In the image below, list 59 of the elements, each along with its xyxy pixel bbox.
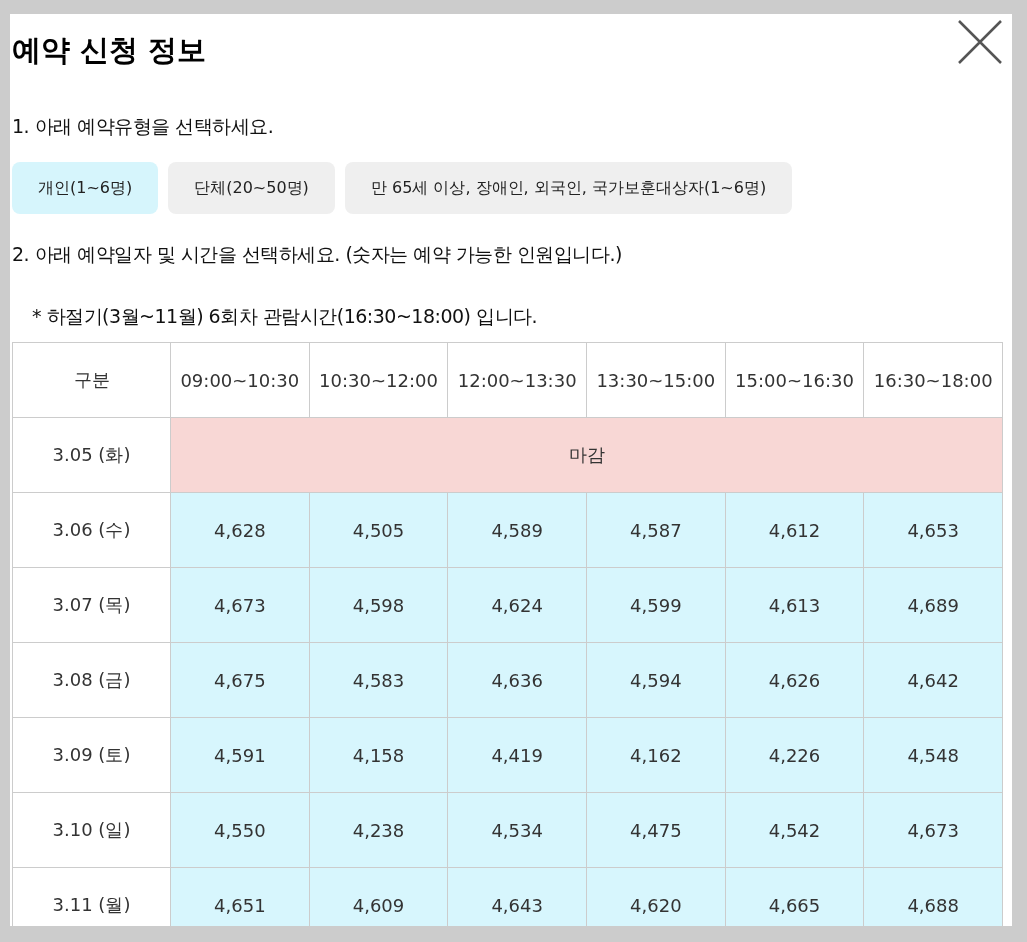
availability-cell[interactable]: 4,583 — [309, 643, 449, 718]
close-button[interactable] — [956, 18, 1004, 66]
availability-cell[interactable]: 4,587 — [587, 493, 726, 568]
availability-cell[interactable]: 4,419 — [448, 718, 587, 793]
availability-cell[interactable]: 4,594 — [587, 643, 726, 718]
availability-cell[interactable]: 4,665 — [725, 868, 865, 926]
close-icon — [956, 18, 1004, 66]
availability-cell[interactable]: 4,534 — [448, 793, 587, 868]
availability-cell[interactable]: 4,589 — [448, 493, 587, 568]
availability-cell[interactable]: 4,475 — [587, 793, 726, 868]
column-header: 10:30~12:00 — [309, 343, 449, 418]
step-instruction: 2. 아래 예약일자 및 시간을 선택하세요. (숫자는 예약 가능한 인원입니다.) — [12, 242, 623, 267]
season-note: * 하절기(3월~11월) 6회차 관람시간(16:30~18:00) 입니다. — [32, 304, 539, 329]
column-header: 16:30~18:00 — [864, 343, 1003, 418]
availability-cell[interactable]: 4,675 — [171, 643, 310, 718]
availability-cell[interactable]: 4,613 — [725, 568, 865, 643]
availability-cell[interactable]: 4,612 — [725, 493, 865, 568]
date-cell: 3.06 (수) — [13, 493, 171, 568]
column-header: 13:30~15:00 — [587, 343, 726, 418]
availability-cell[interactable]: 4,673 — [171, 568, 310, 643]
availability-cell[interactable]: 4,673 — [864, 793, 1003, 868]
availability-cell[interactable]: 4,226 — [725, 718, 865, 793]
step-instruction: 1. 아래 예약유형을 선택하세요. — [12, 114, 275, 139]
reservation-type-button[interactable]: 개인(1~6명) — [12, 162, 159, 214]
availability-cell[interactable]: 4,598 — [309, 568, 449, 643]
date-cell: 3.05 (화) — [13, 418, 171, 493]
availability-cell[interactable]: 4,158 — [309, 718, 449, 793]
modal-title: 예약 신청 정보 — [12, 32, 207, 68]
availability-cell[interactable]: 4,651 — [171, 868, 310, 926]
column-header: 구분 — [13, 343, 171, 418]
closed-cell: 마감 — [171, 418, 1003, 493]
column-header: 15:00~16:30 — [725, 343, 865, 418]
date-cell: 3.08 (금) — [13, 643, 171, 718]
availability-cell[interactable]: 4,642 — [864, 643, 1003, 718]
date-cell: 3.10 (일) — [13, 793, 171, 868]
availability-cell[interactable]: 4,624 — [448, 568, 587, 643]
availability-cell[interactable]: 4,626 — [725, 643, 865, 718]
column-header: 09:00~10:30 — [171, 343, 310, 418]
availability-cell[interactable]: 4,550 — [171, 793, 310, 868]
availability-cell[interactable]: 4,591 — [171, 718, 310, 793]
availability-cell[interactable]: 4,238 — [309, 793, 449, 868]
reservation-type-button[interactable]: 단체(20~50명) — [168, 162, 335, 214]
date-cell: 3.07 (목) — [13, 568, 171, 643]
availability-cell[interactable]: 4,542 — [725, 793, 865, 868]
date-cell: 3.09 (토) — [13, 718, 171, 793]
availability-cell[interactable]: 4,609 — [309, 868, 449, 926]
availability-cell[interactable]: 4,653 — [864, 493, 1003, 568]
reservation-type-button[interactable]: 만 65세 이상, 장애인, 외국인, 국가보훈대상자(1~6명) — [344, 162, 793, 214]
availability-cell[interactable]: 4,636 — [448, 643, 587, 718]
availability-cell[interactable]: 4,162 — [587, 718, 726, 793]
availability-cell[interactable]: 4,643 — [448, 868, 587, 926]
availability-cell[interactable]: 4,599 — [587, 568, 726, 643]
availability-cell[interactable]: 4,688 — [864, 868, 1003, 926]
availability-cell[interactable]: 4,620 — [587, 868, 726, 926]
availability-cell[interactable]: 4,628 — [171, 493, 310, 568]
availability-cell[interactable]: 4,689 — [864, 568, 1003, 643]
availability-cell[interactable]: 4,548 — [864, 718, 1003, 793]
availability-cell[interactable]: 4,505 — [309, 493, 449, 568]
column-header: 12:00~13:30 — [448, 343, 587, 418]
